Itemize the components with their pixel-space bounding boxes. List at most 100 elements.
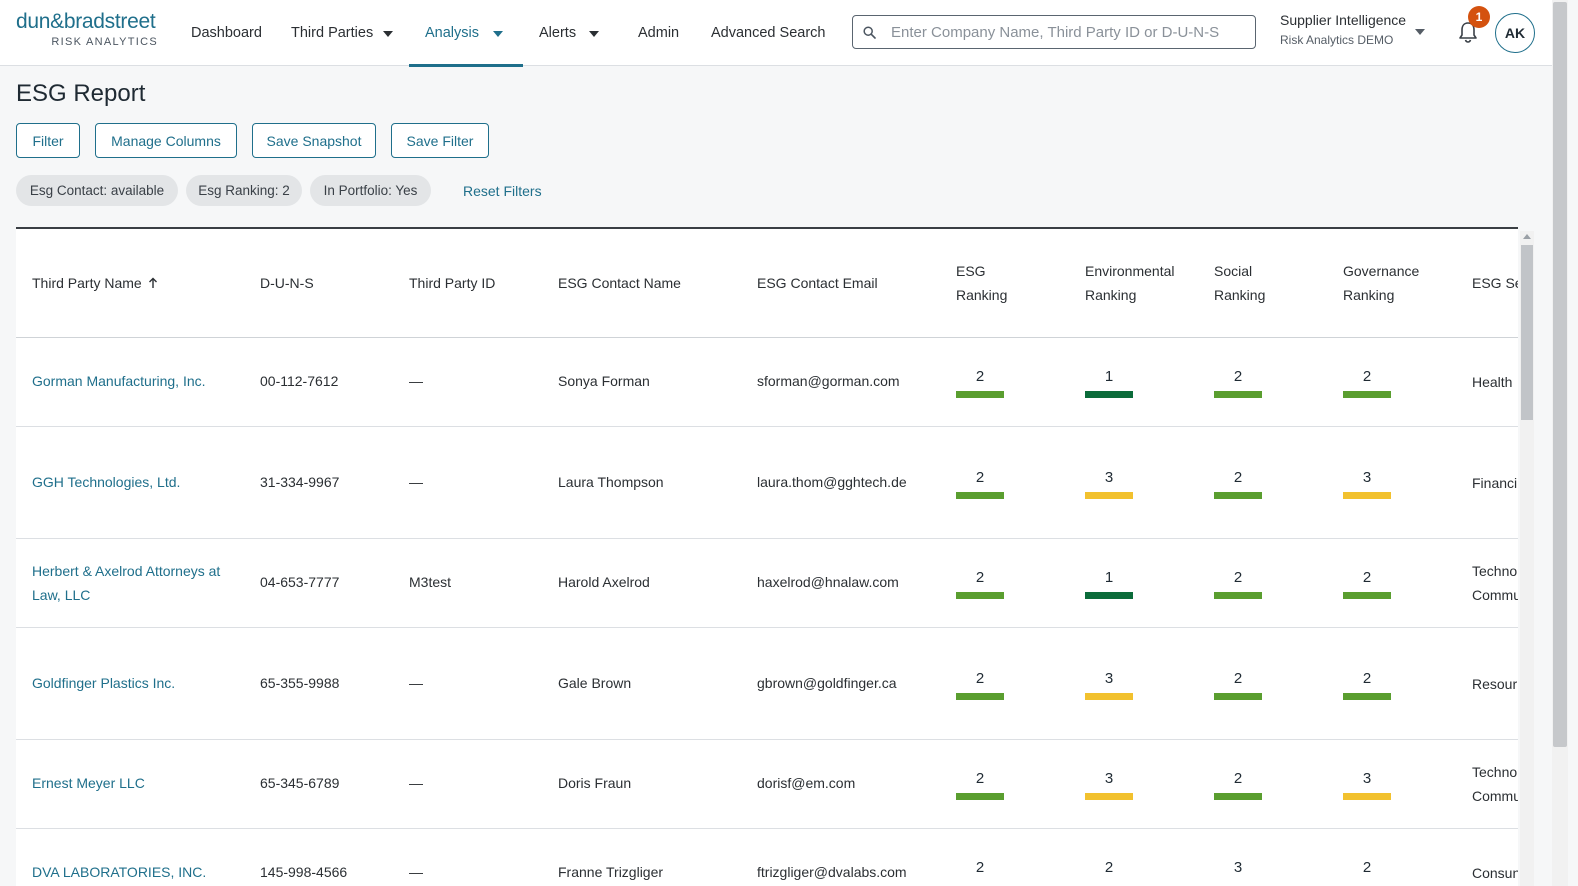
third-party-id-cell: — [409,474,423,490]
esg-contact-name-cell: Laura Thompson [558,474,664,490]
duns-cell: 04-653-7777 [260,574,340,590]
nav-admin[interactable]: Admin [638,0,679,66]
social-ranking-bar [1214,592,1262,599]
dnb-logo[interactable]: dun&bradstreet RISK ANALYTICS [16,10,166,50]
esg-ranking-bar [956,592,1004,599]
column-header-esg-sector[interactable]: ESG Se [1472,271,1518,295]
table-scrollbar[interactable] [1520,231,1534,886]
reset-filters-link[interactable]: Reset Filters [463,183,542,199]
column-header-social-ranking[interactable]: Social Ranking [1214,259,1324,307]
esg-ranking-bar [956,492,1004,499]
esg-ranking-cell: 2 [956,368,1004,398]
social-ranking-bar [1214,391,1262,398]
column-header-third-party-id[interactable]: Third Party ID [409,271,495,295]
chevron-down-icon [383,31,394,37]
nav-alerts[interactable]: Alerts [539,0,600,66]
environmental-ranking-bar [1085,793,1133,800]
governance-ranking-cell: 2 [1343,368,1391,398]
notification-badge[interactable]: 1 [1468,6,1490,28]
third-party-name-link[interactable]: GGH Technologies, Ltd. [32,474,180,490]
account-name: Supplier Intelligence [1280,12,1407,28]
esg-ranking-cell: 2 [956,569,1004,599]
table-header: Third Party Name D-U-N-S Third Party ID … [16,229,1518,338]
esg-ranking-bar [956,693,1004,700]
third-party-name-link[interactable]: Herbert & Axelrod Attorneys at Law, LLC [32,559,232,607]
social-ranking-cell: 2 [1214,569,1262,599]
esg-sector-cell: Techno Commu [1472,559,1518,607]
manage-columns-button[interactable]: Manage Columns [95,123,237,158]
esg-ranking-bar [956,793,1004,800]
environmental-ranking-bar [1085,592,1133,599]
scroll-up-arrow-icon[interactable] [1523,234,1531,239]
account-switcher[interactable]: Supplier Intelligence Risk Analytics DEM… [1280,12,1430,47]
column-header-label: Governance [1343,263,1420,279]
save-filter-button[interactable]: Save Filter [391,123,489,158]
column-header-third-party-name[interactable]: Third Party Name [32,271,158,295]
governance-ranking-value: 3 [1362,770,1372,787]
user-avatar[interactable]: AK [1495,13,1535,53]
page-scrollbar-thumb[interactable] [1553,2,1567,747]
esg-contact-name-cell: Franne Trizgliger [558,864,664,880]
table-row: Gorman Manufacturing, Inc. 00-112-7612 —… [16,338,1518,427]
column-header-environmental-ranking[interactable]: Environmental Ranking [1085,259,1195,307]
column-header-esg-contact-email[interactable]: ESG Contact Email [757,271,878,295]
filter-chip-esg-ranking[interactable]: Esg Ranking: 2 [186,175,302,206]
duns-cell: 31-334-9967 [260,474,340,490]
environmental-ranking-value: 3 [1104,770,1114,787]
duns-cell: 65-355-9988 [260,675,340,691]
social-ranking-cell: 3 [1214,859,1262,876]
esg-ranking-bar [956,391,1004,398]
nav-third-parties[interactable]: Third Parties [291,0,394,66]
social-ranking-bar [1214,793,1262,800]
governance-ranking-value: 2 [1362,569,1372,586]
esg-contact-email-cell: haxelrod@hnalaw.com [757,574,899,590]
column-header-governance-ranking[interactable]: Governance Ranking [1343,259,1453,307]
column-header-esg-contact-name[interactable]: ESG Contact Name [558,271,681,295]
governance-ranking-bar [1343,793,1391,800]
environmental-ranking-cell: 1 [1085,569,1133,599]
environmental-ranking-bar [1085,391,1133,398]
esg-sector-cell: Techno Commu [1472,760,1518,808]
esg-ranking-cell: 2 [956,469,1004,499]
social-ranking-value: 2 [1233,770,1243,787]
table-scrollbar-thumb[interactable] [1521,245,1533,420]
logo-wordmark: dun&bradstreet [16,10,156,33]
governance-ranking-cell: 3 [1343,469,1391,499]
environmental-ranking-value: 1 [1104,569,1114,586]
esg-sector-line: Techno [1472,563,1518,579]
governance-ranking-bar [1343,592,1391,599]
nav-advanced-search[interactable]: Advanced Search [711,0,825,66]
column-header-esg-ranking[interactable]: ESG Ranking [956,259,1066,307]
social-ranking-cell: 2 [1214,368,1262,398]
third-party-name-link[interactable]: DVA LABORATORIES, INC. [32,864,206,880]
environmental-ranking-cell: 2 [1085,859,1133,876]
social-ranking-value: 2 [1233,368,1243,385]
social-ranking-cell: 2 [1214,770,1262,800]
duns-cell: 145-998-4566 [260,864,348,880]
nav-dashboard[interactable]: Dashboard [191,0,262,66]
search-input[interactable] [891,20,1251,44]
esg-ranking-value: 2 [975,368,985,385]
column-header-duns[interactable]: D-U-N-S [260,271,314,295]
third-party-id-cell: — [409,675,423,691]
filter-chip-esg-contact[interactable]: Esg Contact: available [16,175,178,206]
column-header-label: Ranking [956,287,1008,303]
third-party-name-link[interactable]: Ernest Meyer LLC [32,775,145,791]
esg-contact-email-cell: dorisf@em.com [757,775,856,791]
filter-button[interactable]: Filter [16,123,80,158]
third-party-name-link[interactable]: Gorman Manufacturing, Inc. [32,373,206,389]
save-snapshot-button[interactable]: Save Snapshot [252,123,376,158]
table-row: GGH Technologies, Ltd. 31-334-9967 — Lau… [16,427,1518,539]
nav-analysis[interactable]: Analysis [409,0,523,67]
page-title: ESG Report [16,80,146,107]
esg-sector-line: Techno [1472,764,1518,780]
filter-chip-in-portfolio[interactable]: In Portfolio: Yes [310,175,431,206]
account-subtitle: Risk Analytics DEMO [1280,33,1394,47]
chevron-down-icon[interactable] [1415,29,1425,35]
governance-ranking-value: 2 [1362,859,1372,876]
sort-ascending-icon[interactable] [148,277,158,289]
nav-third-parties-label: Third Parties [291,25,374,41]
esg-contact-name-cell: Doris Fraun [558,775,632,791]
table-row: DVA LABORATORIES, INC. 145-998-4566 — Fr… [16,829,1518,886]
third-party-name-link[interactable]: Goldfinger Plastics Inc. [32,675,175,691]
